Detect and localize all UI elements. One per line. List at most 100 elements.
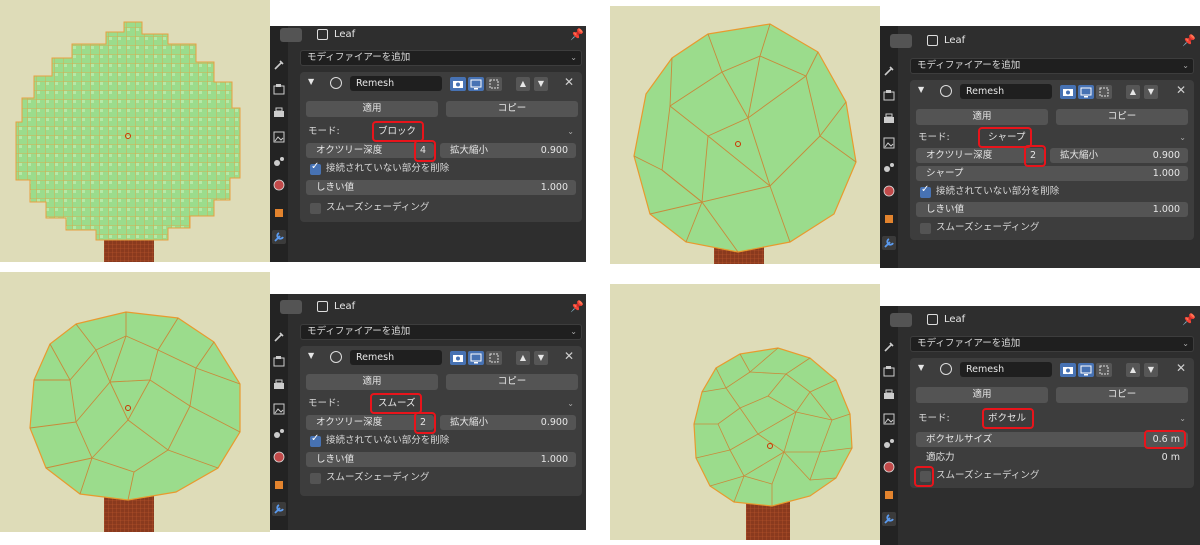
output-tab-icon[interactable] bbox=[882, 112, 896, 126]
modifier-name-field[interactable]: Remesh bbox=[960, 84, 1052, 99]
editmode-toggle-icon[interactable] bbox=[1096, 363, 1112, 377]
scale-field[interactable]: 拡大縮小 0.900 bbox=[1050, 148, 1188, 163]
viewport-voxel[interactable] bbox=[610, 284, 880, 540]
viewport-sharp[interactable] bbox=[610, 6, 880, 264]
world-tab-icon[interactable] bbox=[272, 450, 286, 464]
world-tab-icon[interactable] bbox=[882, 184, 896, 198]
close-icon[interactable]: ✕ bbox=[1176, 83, 1186, 97]
sharpness-field[interactable]: シャープ 1.000 bbox=[916, 166, 1188, 181]
tool-tab-icon[interactable] bbox=[882, 340, 896, 354]
move-up-icon[interactable]: ▲ bbox=[1126, 363, 1140, 377]
scene-tab-icon[interactable] bbox=[882, 160, 896, 174]
apply-button[interactable]: 適用 bbox=[306, 101, 438, 117]
tool-tab-icon[interactable] bbox=[882, 64, 896, 78]
close-icon[interactable]: ✕ bbox=[564, 349, 574, 363]
pin-icon[interactable]: 📌 bbox=[570, 28, 584, 41]
move-up-icon[interactable]: ▲ bbox=[516, 77, 530, 91]
move-down-icon[interactable]: ▼ bbox=[534, 351, 548, 365]
pin-icon[interactable]: 📌 bbox=[1182, 313, 1196, 326]
output-tab-icon[interactable] bbox=[272, 378, 286, 392]
smooth-shading-checkbox[interactable] bbox=[310, 203, 321, 214]
viewport-smooth[interactable] bbox=[0, 272, 270, 532]
modifier-name-field[interactable]: Remesh bbox=[960, 362, 1052, 377]
render-toggle-icon[interactable] bbox=[450, 351, 466, 365]
editor-type-menu[interactable] bbox=[280, 28, 302, 42]
world-tab-icon[interactable] bbox=[882, 460, 896, 474]
add-modifier-menu[interactable]: モディファイアーを追加 ⌄ bbox=[910, 58, 1194, 74]
output-tab-icon[interactable] bbox=[882, 388, 896, 402]
editmode-toggle-icon[interactable] bbox=[486, 77, 502, 91]
view-layer-tab-icon[interactable] bbox=[882, 412, 896, 426]
editor-type-menu[interactable] bbox=[890, 313, 912, 327]
modifier-tab-icon[interactable] bbox=[272, 502, 286, 516]
modifier-tab-icon[interactable] bbox=[272, 230, 286, 244]
close-icon[interactable]: ✕ bbox=[564, 75, 574, 89]
smooth-shading-checkbox[interactable] bbox=[920, 223, 931, 234]
add-modifier-menu[interactable]: モディファイアーを追加 ⌄ bbox=[300, 50, 582, 66]
scale-field[interactable]: 拡大縮小 0.900 bbox=[440, 143, 576, 158]
scale-field[interactable]: 拡大縮小 0.900 bbox=[440, 415, 576, 430]
editor-type-menu[interactable] bbox=[280, 300, 302, 314]
object-tab-icon[interactable] bbox=[272, 206, 286, 220]
modifier-name-field[interactable]: Remesh bbox=[350, 76, 442, 91]
editmode-toggle-icon[interactable] bbox=[1096, 85, 1112, 99]
render-tab-icon[interactable] bbox=[272, 354, 286, 368]
viewport-block[interactable] bbox=[0, 0, 270, 262]
threshold-field[interactable]: しきい値 1.000 bbox=[306, 452, 576, 467]
viewport-toggle-icon[interactable] bbox=[468, 77, 484, 91]
editmode-toggle-icon[interactable] bbox=[486, 351, 502, 365]
move-down-icon[interactable]: ▼ bbox=[1144, 85, 1158, 99]
object-tab-icon[interactable] bbox=[882, 212, 896, 226]
modifier-tab-icon[interactable] bbox=[882, 236, 896, 250]
pin-icon[interactable]: 📌 bbox=[1182, 34, 1196, 47]
render-tab-icon[interactable] bbox=[272, 82, 286, 96]
viewport-toggle-icon[interactable] bbox=[1078, 363, 1094, 377]
copy-button[interactable]: コピー bbox=[446, 101, 578, 117]
render-tab-icon[interactable] bbox=[882, 88, 896, 102]
apply-button[interactable]: 適用 bbox=[916, 109, 1048, 125]
viewport-toggle-icon[interactable] bbox=[1078, 85, 1094, 99]
threshold-field[interactable]: しきい値 1.000 bbox=[916, 202, 1188, 217]
scene-tab-icon[interactable] bbox=[272, 154, 286, 168]
view-layer-tab-icon[interactable] bbox=[272, 402, 286, 416]
editor-type-menu[interactable] bbox=[890, 34, 912, 48]
output-tab-icon[interactable] bbox=[272, 106, 286, 120]
tool-tab-icon[interactable] bbox=[272, 58, 286, 72]
move-up-icon[interactable]: ▲ bbox=[1126, 85, 1140, 99]
remove-disconnected-checkbox[interactable] bbox=[310, 161, 321, 175]
collapse-triangle-icon[interactable]: ▼ bbox=[918, 85, 924, 94]
adaptivity-field[interactable]: 適応力 0 m bbox=[916, 450, 1188, 465]
add-modifier-menu[interactable]: モディファイアーを追加 ⌄ bbox=[300, 324, 582, 340]
object-tab-icon[interactable] bbox=[882, 488, 896, 502]
view-layer-tab-icon[interactable] bbox=[272, 130, 286, 144]
render-toggle-icon[interactable] bbox=[450, 77, 466, 91]
collapse-triangle-icon[interactable]: ▼ bbox=[308, 351, 314, 360]
viewport-toggle-icon[interactable] bbox=[468, 351, 484, 365]
copy-button[interactable]: コピー bbox=[1056, 109, 1188, 125]
scene-tab-icon[interactable] bbox=[882, 436, 896, 450]
threshold-field[interactable]: しきい値 1.000 bbox=[306, 180, 576, 195]
render-tab-icon[interactable] bbox=[882, 364, 896, 378]
object-tab-icon[interactable] bbox=[272, 478, 286, 492]
world-tab-icon[interactable] bbox=[272, 178, 286, 192]
render-toggle-icon[interactable] bbox=[1060, 363, 1076, 377]
scene-tab-icon[interactable] bbox=[272, 426, 286, 440]
render-toggle-icon[interactable] bbox=[1060, 85, 1076, 99]
move-down-icon[interactable]: ▼ bbox=[1144, 363, 1158, 377]
move-up-icon[interactable]: ▲ bbox=[516, 351, 530, 365]
collapse-triangle-icon[interactable]: ▼ bbox=[918, 363, 924, 372]
pin-icon[interactable]: 📌 bbox=[570, 300, 584, 313]
modifier-tab-icon[interactable] bbox=[882, 512, 896, 526]
tool-tab-icon[interactable] bbox=[272, 330, 286, 344]
smooth-shading-checkbox[interactable] bbox=[310, 473, 321, 484]
close-icon[interactable]: ✕ bbox=[1176, 361, 1186, 375]
view-layer-tab-icon[interactable] bbox=[882, 136, 896, 150]
move-down-icon[interactable]: ▼ bbox=[534, 77, 548, 91]
copy-button[interactable]: コピー bbox=[1056, 387, 1188, 403]
collapse-triangle-icon[interactable]: ▼ bbox=[308, 77, 314, 86]
remove-disconnected-checkbox[interactable] bbox=[310, 433, 321, 447]
modifier-name-field[interactable]: Remesh bbox=[350, 350, 442, 365]
add-modifier-menu[interactable]: モディファイアーを追加 ⌄ bbox=[910, 336, 1194, 352]
apply-button[interactable]: 適用 bbox=[916, 387, 1048, 403]
apply-button[interactable]: 適用 bbox=[306, 374, 438, 390]
